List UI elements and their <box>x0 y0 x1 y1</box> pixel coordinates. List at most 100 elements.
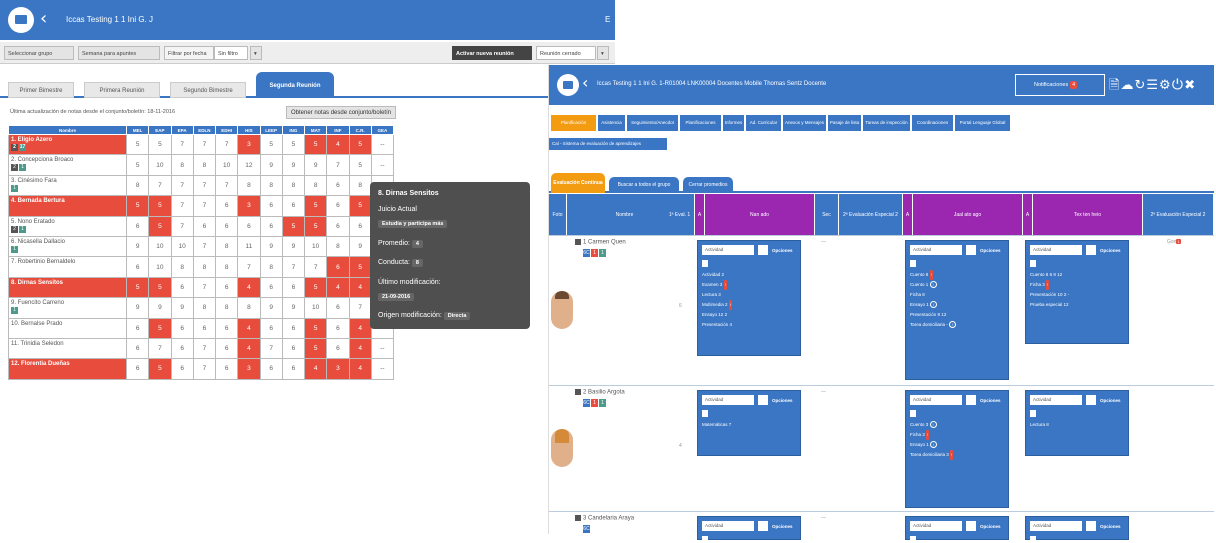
tab-second-bimester[interactable]: Segundo Bimestre <box>170 82 246 98</box>
grade-cell[interactable]: 6 <box>326 337 350 360</box>
grade-cell[interactable]: 5 <box>125 276 150 299</box>
grade-cell[interactable]: 8 <box>303 174 328 197</box>
grade-cell[interactable]: 5 <box>348 195 372 217</box>
table-row[interactable]: 5. Nono Eratado2165766665566-- <box>8 215 395 237</box>
options-button[interactable]: Opciones <box>772 398 793 403</box>
meeting-status-select[interactable]: Reunión cerrado <box>536 46 596 60</box>
grade-cell[interactable]: 6 <box>125 215 150 237</box>
grade-cell[interactable]: 7 <box>237 256 261 278</box>
nav-item[interactable]: Tareas de inspección <box>863 115 911 131</box>
grade-cell[interactable]: 6 <box>170 317 194 339</box>
grade-cell[interactable]: 4 <box>237 337 261 360</box>
activity-checkbox[interactable] <box>758 521 768 531</box>
student-name-block[interactable]: 2 Basilio Argota 6C 1 1 <box>575 389 625 407</box>
grade-cell[interactable]: 12 <box>237 154 261 176</box>
grade-cell[interactable]: 8 <box>170 154 194 176</box>
circle-icon[interactable]: ! <box>929 281 937 288</box>
back-arrow-icon[interactable]: ‹ <box>40 8 47 29</box>
activity-select[interactable]: Actividad <box>910 245 962 255</box>
grade-cell[interactable]: 5 <box>303 133 328 156</box>
grade-cell[interactable]: 8 <box>326 235 350 258</box>
student-name-cell[interactable]: 2. Concepciona Broaco 2 1 <box>8 154 127 176</box>
grade-cell[interactable]: 4 <box>326 276 350 299</box>
grade-cell[interactable]: 6 <box>281 358 306 380</box>
grade-cell[interactable]: 8 <box>192 154 217 176</box>
student-name-cell[interactable]: 10. Bernalse Prado <box>8 317 127 339</box>
grade-cell[interactable]: 4 <box>303 358 328 380</box>
grade-cell[interactable]: 5 <box>148 215 172 237</box>
grade-cell[interactable]: 5 <box>148 276 172 299</box>
table-row[interactable]: 6. Nicasella Dallacio1910107811991089-- <box>8 235 395 258</box>
circle-icon[interactable]: ! <box>930 441 938 448</box>
save-icon[interactable] <box>702 536 708 543</box>
grade-cell[interactable]: 7 <box>170 215 194 237</box>
student-name-cell[interactable]: 8. Dirnas Sensitos <box>8 276 127 299</box>
tab-search-group[interactable]: Buscar a todos el grupo <box>609 177 679 193</box>
student-name-cell[interactable]: 4. Bernada Bertura <box>8 195 127 217</box>
activate-meeting-button[interactable]: Activar nueva reunión <box>452 46 532 60</box>
grade-cell[interactable]: 10 <box>214 154 239 176</box>
table-row[interactable]: 4. Bernada Bertura55776366565-- <box>8 195 395 217</box>
grade-cell[interactable]: 6 <box>214 358 239 380</box>
nav-item[interactable]: Pasaje de lista <box>828 115 862 131</box>
grade-cell[interactable]: 4 <box>348 358 372 380</box>
grade-cell[interactable]: 5 <box>281 215 306 237</box>
grade-cell[interactable]: 7 <box>281 256 306 278</box>
activity-select[interactable]: Actividad <box>1030 245 1082 255</box>
activity-select[interactable]: Actividad <box>910 395 962 405</box>
tab-second-meeting[interactable]: Segunda Reunión <box>256 72 334 98</box>
grade-cell[interactable]: 6 <box>259 317 283 339</box>
options-button[interactable]: Opciones <box>772 524 793 529</box>
grade-cell[interactable]: 6 <box>281 195 306 217</box>
grade-cell[interactable]: 8 <box>214 256 239 278</box>
activity-select[interactable]: Actividad <box>910 521 962 531</box>
grade-cell[interactable]: 9 <box>281 235 306 258</box>
grade-cell[interactable]: 6 <box>326 174 350 197</box>
table-row[interactable]: 3. Cinésimo Fara187777888868-- <box>8 174 395 197</box>
grade-cell[interactable]: 6 <box>259 215 283 237</box>
grade-cell[interactable]: 7 <box>214 174 239 197</box>
grade-cell[interactable]: 6 <box>125 358 150 380</box>
grade-cell[interactable]: 5 <box>303 276 328 299</box>
grade-cell[interactable]: 7 <box>303 256 328 278</box>
student-name-cell[interactable]: 1. Eligio Azero 2 17 <box>8 133 127 156</box>
nav-item[interactable]: Planificaciones <box>680 115 722 131</box>
activity-checkbox[interactable] <box>1086 521 1096 531</box>
grade-cell[interactable]: 5 <box>148 195 172 217</box>
grade-cell[interactable]: 6 <box>259 195 283 217</box>
app-logo-icon[interactable] <box>8 7 34 33</box>
grade-cell[interactable]: -- <box>370 154 395 176</box>
save-icon[interactable] <box>1030 260 1036 267</box>
grade-cell[interactable]: 7 <box>192 133 217 156</box>
grade-cell[interactable]: 6 <box>170 276 194 299</box>
grade-cell[interactable]: 7 <box>170 133 194 156</box>
table-row[interactable]: 11. Trinidia Seledon 6 7 6 7 6 4 7 6 5 6 4 -- <box>8 337 395 360</box>
options-button[interactable]: Opciones <box>1100 248 1121 253</box>
grade-cell[interactable]: 4 <box>348 276 372 299</box>
grade-cell[interactable]: 10 <box>170 235 194 258</box>
grade-cell[interactable]: 4 <box>326 133 350 156</box>
grade-cell[interactable]: 10 <box>148 235 172 258</box>
grade-cell[interactable]: 7 <box>192 174 217 197</box>
grade-cell[interactable]: 9 <box>148 297 172 319</box>
grade-cell[interactable]: 4 <box>348 337 372 360</box>
table-row[interactable]: 8. Dirnas Sensitos55676466544-- <box>8 276 395 299</box>
grade-cell[interactable]: 5 <box>303 215 328 237</box>
grade-cell[interactable]: 7 <box>214 133 239 156</box>
student-name-cell[interactable]: 11. Trinidia Seledon <box>8 337 127 360</box>
grade-cell[interactable]: 6 <box>214 317 239 339</box>
activity-select[interactable]: Actividad <box>702 245 754 255</box>
student-name-cell[interactable]: 3. Cinésimo Fara 1 <box>8 174 127 197</box>
activity-select[interactable]: Actividad <box>1030 395 1082 405</box>
grade-cell[interactable]: 5 <box>303 337 328 360</box>
activity-checkbox[interactable] <box>966 395 976 405</box>
grade-cell[interactable]: 7 <box>192 235 217 258</box>
filter-date-select[interactable]: Sin filtro <box>214 46 248 60</box>
grade-cell[interactable]: 6 <box>326 195 350 217</box>
save-icon[interactable] <box>910 410 916 417</box>
grade-cell[interactable]: 6 <box>192 215 217 237</box>
sub-nav-item[interactable]: Cal - Sistema de evaluación de aprendiza… <box>549 138 667 150</box>
grade-cell[interactable]: 6 <box>326 297 350 319</box>
nav-item[interactable]: Anexos y Mensajes <box>783 115 827 131</box>
grade-cell[interactable]: 8 <box>214 297 239 319</box>
